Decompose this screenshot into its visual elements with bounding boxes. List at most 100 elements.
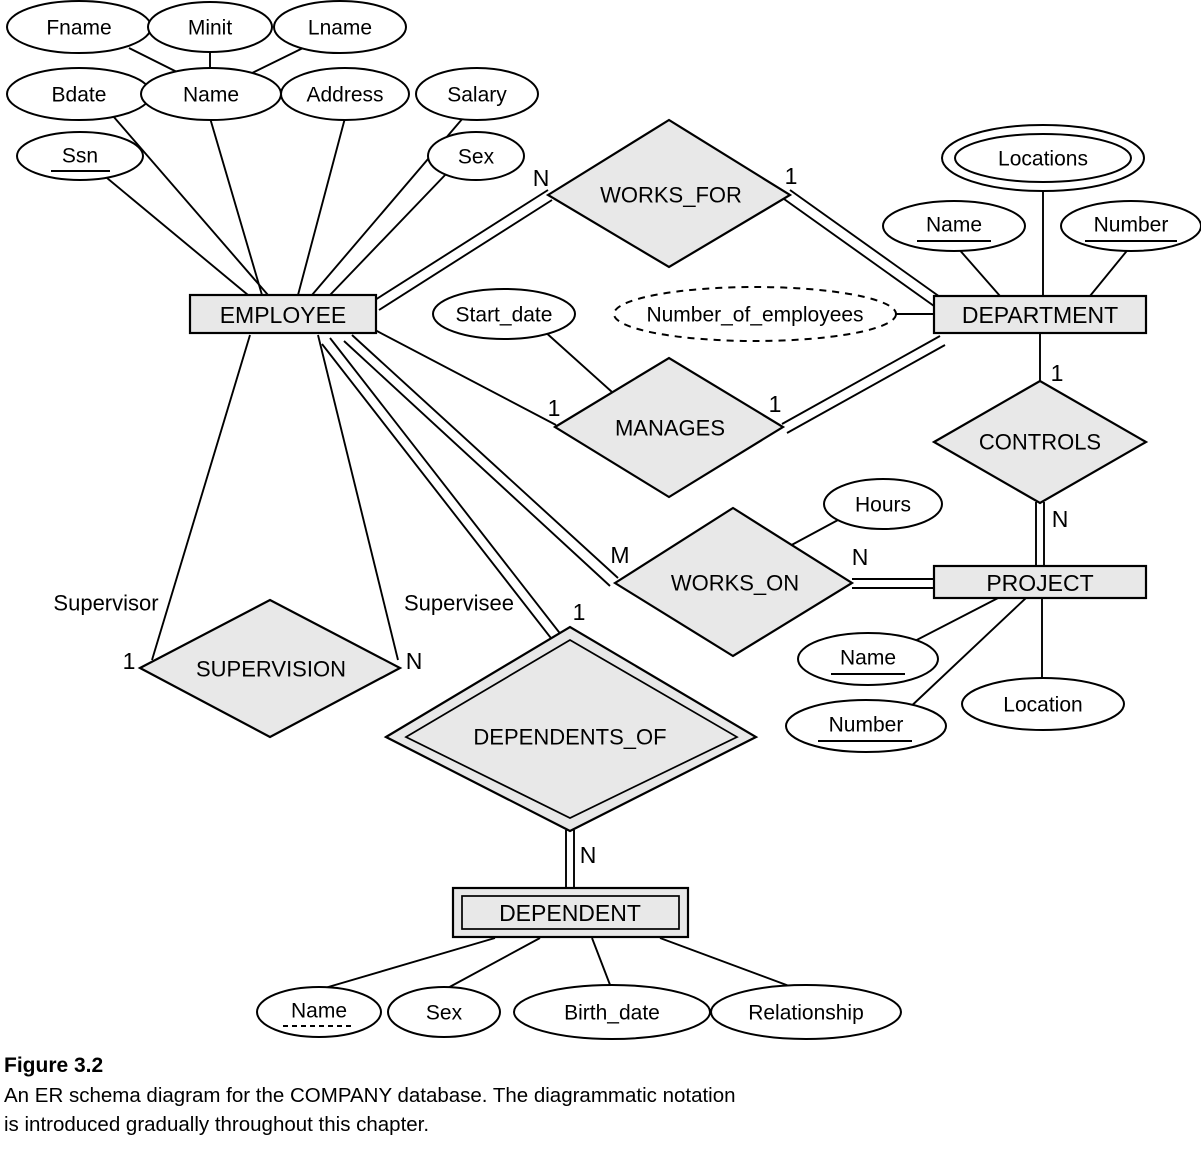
entity-employee-label: EMPLOYEE xyxy=(220,302,347,328)
attribute-employee-name[interactable]: Name xyxy=(140,67,282,121)
link-depname-dependent xyxy=(317,937,496,991)
attribute-department-number-label: Number xyxy=(1094,214,1169,237)
attribute-dependent-sex[interactable]: Sex xyxy=(387,986,501,1038)
relationship-controls[interactable]: CONTROLS xyxy=(931,379,1149,505)
link-projname-project xyxy=(906,596,1001,646)
attribute-dependent-relationship[interactable]: Relationship xyxy=(710,984,902,1040)
attribute-salary-label: Salary xyxy=(447,84,507,107)
attribute-minit[interactable]: Minit xyxy=(147,1,273,53)
relationship-controls-label: CONTROLS xyxy=(979,430,1101,455)
er-schema-diagram: EMPLOYEE DEPARTMENT PROJECT DEPENDENT WO… xyxy=(0,0,1201,1048)
relationship-manages-label: MANAGES xyxy=(615,416,725,441)
attribute-dependent-birth-date-label: Birth_date xyxy=(564,1002,660,1025)
attribute-dependent-birth-date[interactable]: Birth_date xyxy=(513,984,711,1040)
cardinality-controls-department: 1 xyxy=(1051,360,1064,386)
link-address-employee xyxy=(297,117,346,296)
cardinality-supervision-supervisee: N xyxy=(406,648,423,674)
entity-department-label: DEPARTMENT xyxy=(962,302,1118,328)
link-employee-supervision-supervisor xyxy=(151,334,251,661)
link-ssn-employee xyxy=(106,177,249,296)
link-hours-works-on xyxy=(785,519,839,549)
attribute-ssn[interactable]: Ssn xyxy=(16,131,144,181)
attribute-department-name-label: Name xyxy=(926,214,982,237)
link-name-employee xyxy=(209,117,263,296)
relationship-works-on[interactable]: WORKS_ON xyxy=(612,506,855,658)
attribute-department-name[interactable]: Name xyxy=(882,200,1026,252)
figure-number: Figure 3.2 xyxy=(4,1054,104,1077)
link-sex-employee xyxy=(329,172,448,296)
relationship-dependents-of-label: DEPENDENTS_OF xyxy=(473,725,666,750)
link-depsex-dependent xyxy=(443,937,541,991)
relationship-works-for[interactable]: WORKS_FOR xyxy=(545,118,793,269)
attribute-dependent-name[interactable]: Name xyxy=(256,986,382,1038)
relationship-dependents-of[interactable]: DEPENDENTS_OF xyxy=(383,625,759,833)
cardinality-dependents-of-employee: 1 xyxy=(573,599,586,625)
attribute-number-of-employees[interactable]: Number_of_employees xyxy=(613,286,897,342)
attribute-lname-label: Lname xyxy=(308,17,372,40)
attribute-project-number[interactable]: Number xyxy=(785,699,947,753)
attribute-salary[interactable]: Salary xyxy=(415,67,539,121)
link-deptnumber-department xyxy=(1089,246,1131,297)
attribute-fname-label: Fname xyxy=(46,17,111,40)
attribute-sex[interactable]: Sex xyxy=(427,131,525,181)
cardinality-controls-project: N xyxy=(1052,506,1069,532)
link-employee-manages xyxy=(374,329,557,426)
attribute-department-number[interactable]: Number xyxy=(1060,200,1201,252)
relationship-manages[interactable]: MANAGES xyxy=(552,356,786,499)
link-employee-works-on-b xyxy=(343,340,611,587)
cardinality-works-for-employee: N xyxy=(533,165,550,191)
link-manages-department-b xyxy=(786,344,946,434)
attribute-employee-name-label: Name xyxy=(183,84,239,107)
relationship-works-for-label: WORKS_FOR xyxy=(600,183,742,208)
entity-department[interactable]: DEPARTMENT xyxy=(932,294,1148,335)
link-deptname-department xyxy=(956,246,1001,297)
attribute-bdate[interactable]: Bdate xyxy=(6,67,152,121)
attribute-dependent-relationship-label: Relationship xyxy=(748,1002,864,1025)
link-bdate-employee xyxy=(112,115,269,296)
attribute-locations[interactable]: Locations xyxy=(941,124,1145,192)
attribute-address-label: Address xyxy=(306,84,383,107)
attribute-dependent-name-label: Name xyxy=(291,1000,347,1023)
entity-project-label: PROJECT xyxy=(986,570,1093,596)
er-diagram-canvas: EMPLOYEE DEPARTMENT PROJECT DEPENDENT WO… xyxy=(6,0,1201,1040)
attribute-bdate-label: Bdate xyxy=(52,84,107,107)
attribute-project-name[interactable]: Name xyxy=(797,632,939,686)
role-label-supervisor: Supervisor xyxy=(53,591,158,616)
attribute-hours[interactable]: Hours xyxy=(823,478,943,530)
attribute-fname[interactable]: Fname xyxy=(6,0,152,54)
link-depbirthdate-dependent xyxy=(591,937,613,991)
attribute-project-number-label: Number xyxy=(829,714,904,737)
link-deprelationship-dependent xyxy=(659,937,801,991)
role-label-supervisee: Supervisee xyxy=(404,591,514,616)
cardinality-supervision-supervisor: 1 xyxy=(123,648,136,674)
attribute-number-of-employees-label: Number_of_employees xyxy=(646,304,863,327)
attribute-project-location[interactable]: Location xyxy=(961,677,1125,731)
link-start-date-manages xyxy=(542,329,613,393)
attribute-ssn-label: Ssn xyxy=(62,145,98,168)
link-manages-department-a xyxy=(781,335,941,425)
cardinality-manages-employee: 1 xyxy=(548,395,561,421)
entity-dependent[interactable]: DEPENDENT xyxy=(451,886,690,939)
attribute-address[interactable]: Address xyxy=(280,67,410,121)
cardinality-manages-department: 1 xyxy=(769,391,782,417)
cardinality-works-for-department: 1 xyxy=(785,163,798,189)
relationship-supervision-label: SUPERVISION xyxy=(196,657,346,682)
cardinality-works-on-project: N xyxy=(852,544,869,570)
attribute-dependent-sex-label: Sex xyxy=(426,1002,463,1025)
attribute-lname[interactable]: Lname xyxy=(273,0,407,54)
link-employee-works-on-a xyxy=(351,334,619,579)
relationship-supervision[interactable]: SUPERVISION xyxy=(137,598,403,739)
figure-caption-line1: An ER schema diagram for the COMPANY dat… xyxy=(4,1084,736,1108)
entity-project[interactable]: PROJECT xyxy=(932,564,1148,600)
link-employee-supervision-supervisee xyxy=(317,334,399,661)
attribute-sex-label: Sex xyxy=(458,146,495,169)
link-employee-works-for-a xyxy=(374,189,549,301)
attribute-project-location-label: Location xyxy=(1003,694,1082,717)
attribute-start-date[interactable]: Start_date xyxy=(432,288,576,340)
figure-caption-line2: is introduced gradually throughout this … xyxy=(4,1112,430,1136)
attribute-locations-label: Locations xyxy=(998,148,1088,171)
figure-caption: Figure 3.2 An ER schema diagram for the … xyxy=(0,1052,1201,1139)
entity-employee[interactable]: EMPLOYEE xyxy=(188,293,378,335)
attribute-project-name-label: Name xyxy=(840,647,896,670)
relationship-works-on-label: WORKS_ON xyxy=(671,571,799,596)
